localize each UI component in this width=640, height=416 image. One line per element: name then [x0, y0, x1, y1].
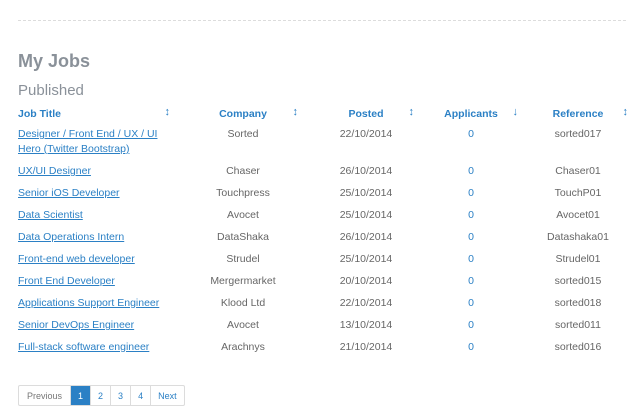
company-cell: Mergermarket	[210, 275, 276, 287]
applicants-count: 0	[468, 341, 474, 353]
job-title-link[interactable]: UX/UI Designer	[18, 165, 91, 177]
applicants-count: 0	[468, 165, 474, 177]
sort-desc-icon[interactable]: ↓	[513, 106, 519, 118]
job-title-cell: Front-end web developer	[18, 250, 170, 272]
column-header-label: Posted	[348, 108, 384, 120]
reference-cell: TouchP01	[554, 187, 602, 199]
jobs-table: Job Title ↕ Company ↕ Posted ↕ Applicant…	[18, 103, 630, 360]
table-row: Front End Developer Mergermarket 20/10/201…	[18, 272, 630, 294]
sort-both-icon[interactable]: ↕	[293, 106, 299, 118]
column-header-label: Applicants	[444, 108, 498, 120]
applicants-count: 0	[468, 128, 474, 140]
job-title-link[interactable]: Designer / Front End / UX / UI Hero (Twi…	[18, 128, 157, 155]
job-title-cell: Senior iOS Developer	[18, 184, 170, 206]
sort-both-icon[interactable]: ↕	[623, 106, 629, 118]
job-title-cell: Data Operations Intern	[18, 228, 170, 250]
job-title-link[interactable]: Senior iOS Developer	[18, 187, 120, 199]
divider	[18, 20, 626, 21]
page-4-button[interactable]: 4	[131, 386, 152, 405]
reference-cell: sorted015	[554, 275, 602, 287]
pagination: Previous 1 2 3 4 Next	[18, 385, 185, 406]
reference-cell: sorted018	[554, 297, 602, 309]
page-title: My Jobs	[18, 51, 91, 71]
table-row: Applications Support Engineer Klood Ltd 22…	[18, 294, 630, 316]
company-cell: Sorted	[227, 128, 259, 140]
company-cell: Avocet	[227, 319, 259, 331]
reference-cell: Chaser01	[555, 165, 601, 177]
posted-date-cell: 26/10/2014	[339, 231, 393, 243]
reference-cell: sorted011	[555, 319, 601, 331]
company-cell: Chaser	[226, 165, 260, 177]
job-title-link[interactable]: Front End Developer	[18, 275, 115, 287]
job-title-link[interactable]: Applications Support Engineer	[18, 297, 159, 309]
job-title-cell: Front End Developer	[18, 272, 170, 294]
applicants-count: 0	[468, 187, 474, 199]
table-row: Data Operations Intern DataShaka 26/10/201…	[18, 228, 630, 250]
posted-date-cell: 13/10/2014	[339, 319, 393, 331]
job-title-cell: Designer / Front End / UX / UI Hero (Twi…	[18, 125, 170, 162]
sort-both-icon[interactable]: ↕	[409, 106, 415, 118]
applicants-count: 0	[468, 275, 474, 287]
table-row: Designer / Front End / UX / UI Hero (Twi…	[18, 125, 630, 162]
reference-cell: sorted017	[554, 128, 602, 140]
job-title-link[interactable]: Full-stack software engineer	[18, 341, 149, 353]
applicants-count: 0	[468, 231, 474, 243]
posted-date-cell: 20/10/2014	[339, 275, 393, 287]
company-cell: DataShaka	[217, 231, 269, 243]
page-1-button[interactable]: 1	[71, 386, 92, 405]
column-header-job-title[interactable]: Job Title ↕	[18, 103, 170, 125]
reference-cell: Strudel01	[555, 253, 601, 265]
posted-date-cell: 22/10/2014	[339, 128, 393, 140]
reference-cell: sorted016	[554, 341, 602, 353]
table-row: Data Scientist Avocet 25/10/2014 0 Avocet01	[18, 206, 630, 228]
table-row: Full-stack software engineer Arachnys 21/1…	[18, 338, 630, 360]
company-cell: Avocet	[227, 209, 259, 221]
job-title-link[interactable]: Data Operations Intern	[18, 231, 124, 243]
page-2-button[interactable]: 2	[91, 386, 112, 405]
column-header-label: Reference	[552, 108, 604, 120]
column-header-posted[interactable]: Posted ↕	[316, 103, 416, 125]
page-3-button[interactable]: 3	[111, 386, 132, 405]
next-page-button[interactable]: Next	[151, 386, 184, 405]
company-cell: Arachnys	[221, 341, 265, 353]
column-header-label: Company	[219, 108, 267, 120]
column-header-applicants[interactable]: Applicants ↓	[416, 103, 526, 125]
job-title-cell: Data Scientist	[18, 206, 170, 228]
table-row: Senior iOS Developer Touchpress 25/10/2014…	[18, 184, 630, 206]
previous-page-button[interactable]: Previous	[19, 386, 72, 405]
company-cell: Strudel	[226, 253, 260, 265]
reference-cell: Datashaka01	[547, 231, 609, 243]
company-cell: Klood Ltd	[220, 297, 266, 309]
reference-cell: Avocet01	[556, 209, 600, 221]
table-header-row: Job Title ↕ Company ↕ Posted ↕ Applicant…	[18, 103, 630, 125]
job-title-link[interactable]: Senior DevOps Engineer	[18, 319, 134, 331]
job-title-cell: UX/UI Designer	[18, 162, 170, 184]
applicants-count: 0	[468, 319, 474, 331]
column-header-reference[interactable]: Reference ↕	[526, 103, 630, 125]
posted-date-cell: 25/10/2014	[339, 187, 393, 199]
table-row: Front-end web developer Strudel 25/10/2014…	[18, 250, 630, 272]
job-title-cell: Senior DevOps Engineer	[18, 316, 170, 338]
table-row: UX/UI Designer Chaser 26/10/2014 0 Chaser01	[18, 162, 630, 184]
company-cell: Touchpress	[216, 187, 270, 199]
applicants-count: 0	[468, 297, 474, 309]
job-title-cell: Applications Support Engineer	[18, 294, 170, 316]
column-header-company[interactable]: Company ↕	[170, 103, 316, 125]
posted-date-cell: 22/10/2014	[339, 297, 393, 309]
posted-date-cell: 21/10/2014	[339, 341, 393, 353]
column-header-label: Job Title	[18, 108, 61, 120]
job-title-cell: Full-stack software engineer	[18, 338, 170, 360]
table-row: Senior DevOps Engineer Avocet 13/10/2014 0 s…	[18, 316, 630, 338]
job-title-link[interactable]: Data Scientist	[18, 209, 83, 221]
posted-date-cell: 25/10/2014	[339, 253, 393, 265]
posted-date-cell: 25/10/2014	[339, 209, 393, 221]
applicants-count: 0	[468, 253, 474, 265]
posted-date-cell: 26/10/2014	[339, 165, 393, 177]
job-title-link[interactable]: Front-end web developer	[18, 253, 135, 265]
applicants-count: 0	[468, 209, 474, 221]
section-title: Published	[18, 82, 84, 99]
